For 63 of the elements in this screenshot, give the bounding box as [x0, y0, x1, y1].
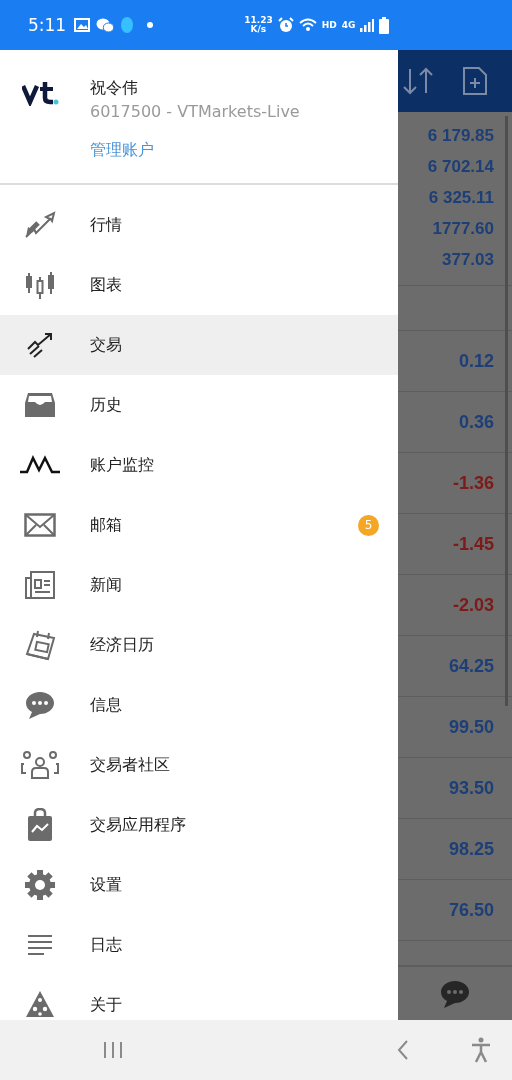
profit-value: 0.36: [458, 411, 494, 433]
battery-icon: [379, 16, 390, 34]
vt-logo-icon: [22, 82, 60, 106]
menu-item[interactable]: 关于: [0, 975, 398, 1020]
quote-price: 6 325.11: [428, 187, 494, 208]
menu-item[interactable]: 日志: [0, 915, 398, 975]
recent-apps-icon[interactable]: [102, 1040, 124, 1060]
wifi-icon: [298, 18, 317, 32]
envelope-icon: [24, 513, 56, 537]
settings-icon: [25, 870, 55, 900]
profit-value: 0.12: [458, 350, 494, 372]
inbox-icon: [24, 391, 56, 419]
network-speed: 11.23: [244, 16, 273, 25]
dot-icon: [146, 21, 155, 29]
quote-price: 1777.60: [432, 218, 494, 239]
unread-count: 5: [358, 514, 379, 536]
menu-item[interactable]: 图表: [0, 255, 398, 315]
menu-item[interactable]: 经济日历: [0, 615, 398, 675]
network-type: 4G: [341, 20, 356, 30]
menu-item[interactable]: 历史: [0, 375, 398, 435]
profit-value: 99.50: [448, 716, 494, 738]
calendar-icon: [24, 628, 56, 662]
menu-item[interactable]: 账户监控: [0, 435, 398, 495]
profit-value: 64.25: [448, 655, 494, 677]
pulse-line-icon: [19, 455, 61, 475]
speed-unit: K/s: [250, 25, 267, 34]
hd-label: HD: [321, 20, 337, 30]
shopping-bag-icon: [25, 808, 55, 842]
profit-value: 76.50: [448, 899, 494, 921]
candlestick-icon: [24, 270, 56, 300]
profit-value: 98.25: [448, 838, 494, 860]
menu-item[interactable]: 信息: [0, 675, 398, 735]
arrows-icon: [24, 211, 56, 239]
people-icon: [20, 750, 60, 780]
clock-time: 5:11: [28, 15, 67, 35]
menu-item[interactable]: 交易应用程序: [0, 795, 398, 855]
quote-price: 377.03: [442, 249, 494, 270]
chat-bubble-icon: [24, 690, 56, 720]
alarm-icon: [277, 17, 294, 33]
profit-value: -2.03: [452, 594, 494, 616]
chat-bubble-icon[interactable]: [439, 978, 471, 1009]
account-name: 祝令伟: [90, 78, 139, 99]
quote-price: 6 702.14: [427, 156, 494, 177]
back-icon[interactable]: [396, 1039, 410, 1061]
profit-value: -1.36: [452, 472, 494, 494]
menu-item[interactable]: 交易者社区: [0, 735, 398, 795]
menu-item[interactable]: 行情: [0, 195, 398, 255]
menu-lines-icon: [26, 934, 54, 956]
new-document-icon[interactable]: [462, 66, 488, 96]
profit-value: -1.45: [452, 533, 494, 555]
image-icon: [74, 18, 91, 32]
account-number: 6017500 - VTMarkets-Live: [90, 102, 300, 121]
profit-value: 93.50: [448, 777, 494, 799]
trend-arrow-icon: [25, 331, 55, 359]
quote-price: 6 179.85: [427, 125, 494, 146]
menu-item[interactable]: 设置: [0, 855, 398, 915]
menu-item[interactable]: 邮箱 5: [0, 495, 398, 555]
accessibility-icon[interactable]: [470, 1037, 492, 1063]
menu-item[interactable]: 交易: [0, 315, 398, 375]
chat-app-icon: [96, 17, 115, 33]
signal-icon: [360, 18, 375, 32]
menu-item[interactable]: 新闻: [0, 555, 398, 615]
newspaper-icon: [24, 570, 56, 600]
